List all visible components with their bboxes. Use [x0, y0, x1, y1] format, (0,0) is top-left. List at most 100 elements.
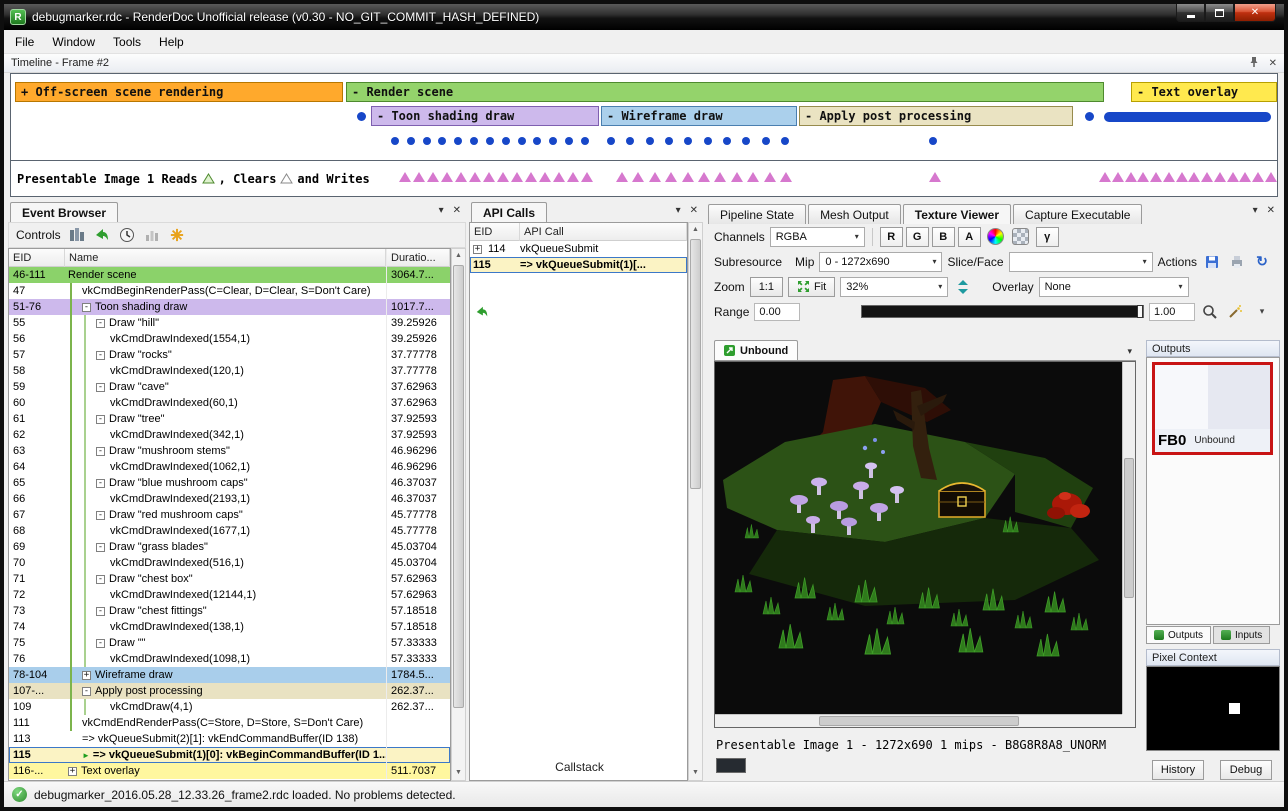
history-button[interactable]: History — [1152, 760, 1204, 780]
magnifier-icon[interactable] — [1200, 302, 1220, 322]
event-row[interactable]: 46-111Render scene3064.7... — [9, 267, 450, 283]
tree-expander-icon[interactable]: - — [96, 447, 105, 456]
scroll-down-icon[interactable]: ▼ — [689, 766, 702, 780]
tree-expander-icon[interactable]: - — [96, 543, 105, 552]
scrollbar-thumb[interactable] — [819, 716, 1019, 726]
column-eid[interactable]: EID — [470, 223, 520, 241]
timeline-block[interactable]: - Text overlay — [1131, 82, 1277, 102]
minimize-button[interactable] — [1176, 4, 1205, 22]
timeline-columns-icon[interactable] — [68, 226, 86, 244]
write-triangle-icon[interactable] — [1201, 172, 1213, 182]
write-triangle-icon[interactable] — [780, 172, 792, 182]
timeline-event-dot[interactable] — [762, 137, 770, 145]
write-triangle-icon[interactable] — [1265, 172, 1277, 182]
column-api-call[interactable]: API Call — [520, 223, 687, 241]
write-triangle-icon[interactable] — [698, 172, 710, 182]
pin-icon[interactable] — [1249, 56, 1259, 71]
write-triangle-icon[interactable] — [929, 172, 941, 182]
gamma-button[interactable]: γ — [1036, 227, 1059, 247]
timeline-canvas[interactable]: Presentable Image 1 Reads , Clears and W… — [10, 73, 1278, 197]
write-triangle-icon[interactable] — [1163, 172, 1175, 182]
timeline-event-dot[interactable] — [423, 137, 431, 145]
event-row[interactable]: 47vkCmdBeginRenderPass(C=Clear, D=Clear,… — [9, 283, 450, 299]
column-eid[interactable]: EID — [9, 249, 65, 267]
timeline-block[interactable]: + Off-screen scene rendering — [15, 82, 343, 102]
write-triangle-icon[interactable] — [455, 172, 467, 182]
event-row[interactable]: 57-Draw "rocks"37.77778 — [9, 347, 450, 363]
timeline-block[interactable]: - Apply post processing — [799, 106, 1073, 126]
timeline-event-dot[interactable] — [665, 137, 673, 145]
stats-icon[interactable] — [143, 226, 161, 244]
timeline-event-dot[interactable] — [486, 137, 494, 145]
timeline-event-dot[interactable] — [470, 137, 478, 145]
goto-current-event-icon[interactable] — [93, 226, 111, 244]
tree-expander-icon[interactable]: - — [96, 511, 105, 520]
column-duration[interactable]: Duratio... — [386, 249, 450, 267]
write-triangle-icon[interactable] — [525, 172, 537, 182]
write-triangle-icon[interactable] — [567, 172, 579, 182]
timeline-event-dot[interactable] — [391, 137, 399, 145]
timeline-header[interactable]: Timeline - Frame #2 ✕ — [4, 54, 1284, 73]
event-row[interactable]: 71-Draw "chest box"57.62963 — [9, 571, 450, 587]
write-triangle-icon[interactable] — [649, 172, 661, 182]
close-icon[interactable]: ✕ — [453, 205, 461, 216]
channel-a-button[interactable]: A — [958, 227, 981, 247]
range-slider[interactable] — [861, 305, 1144, 318]
chevron-down-icon[interactable]: ▾ — [439, 205, 444, 216]
timeline-block[interactable]: - Wireframe draw — [601, 106, 797, 126]
timeline-event-dot[interactable] — [929, 137, 937, 145]
event-row[interactable]: 63-Draw "mushroom stems"46.96296 — [9, 443, 450, 459]
zoom-combo[interactable]: 32% ▾ — [840, 277, 948, 297]
close-icon[interactable]: ✕ — [1269, 58, 1277, 69]
write-triangle-icon[interactable] — [469, 172, 481, 182]
overlay-combo[interactable]: None ▾ — [1039, 277, 1189, 297]
timeline-event-dot[interactable] — [723, 137, 731, 145]
event-row[interactable]: 107-...-Apply post processing262.37... — [9, 683, 450, 699]
tree-expander-icon[interactable]: - — [96, 639, 105, 648]
scrollbar-thumb[interactable] — [690, 239, 701, 489]
tree-expander-icon[interactable]: + — [473, 245, 482, 254]
column-name[interactable]: Name — [65, 249, 386, 267]
event-row[interactable]: 75-Draw ""57.33333 — [9, 635, 450, 651]
write-triangle-icon[interactable] — [714, 172, 726, 182]
chevron-down-icon[interactable]: ▾ — [1253, 205, 1258, 216]
event-row[interactable]: 78-104+Wireframe draw1784.5... — [9, 667, 450, 683]
write-triangle-icon[interactable] — [1239, 172, 1251, 182]
refresh-icon[interactable]: ↻ — [1252, 252, 1272, 272]
timeline-block[interactable]: - Render scene — [346, 82, 1104, 102]
api-calls-scrollbar[interactable]: ▲ ▼ — [688, 222, 703, 781]
event-row[interactable]: 55-Draw "hill"39.25926 — [9, 315, 450, 331]
zoom-1-1-button[interactable]: 1:1 — [750, 277, 783, 297]
write-triangle-icon[interactable] — [1188, 172, 1200, 182]
flip-y-icon[interactable] — [953, 277, 973, 297]
event-row[interactable]: 60vkCmdDrawIndexed(60,1)37.62963 — [9, 395, 450, 411]
timeline-event-dot[interactable] — [518, 137, 526, 145]
event-row[interactable]: 116-...+Text overlay511.7037 — [9, 763, 450, 779]
save-icon[interactable] — [1202, 252, 1222, 272]
tab-inputs[interactable]: Inputs — [1213, 626, 1270, 644]
event-row[interactable]: 74vkCmdDrawIndexed(138,1)57.18518 — [9, 619, 450, 635]
write-triangle-icon[interactable] — [1125, 172, 1137, 182]
viewport-horizontal-scrollbar[interactable] — [715, 714, 1122, 727]
event-row[interactable]: 67-Draw "red mushroom caps"45.77778 — [9, 507, 450, 523]
event-row[interactable]: 109vkCmdDraw(4,1)262.37... — [9, 699, 450, 715]
write-triangle-icon[interactable] — [1099, 172, 1111, 182]
write-triangle-icon[interactable] — [441, 172, 453, 182]
channel-g-button[interactable]: G — [906, 227, 929, 247]
tree-expander-icon[interactable]: - — [96, 415, 105, 424]
menu-window[interactable]: Window — [43, 31, 104, 53]
menu-file[interactable]: File — [6, 31, 43, 53]
tree-expander-icon[interactable]: - — [96, 351, 105, 360]
time-durations-icon[interactable] — [118, 226, 136, 244]
tree-expander-icon[interactable]: + — [68, 767, 77, 776]
tree-expander-icon[interactable]: - — [96, 319, 105, 328]
write-triangle-icon[interactable] — [682, 172, 694, 182]
wand-icon[interactable] — [1225, 302, 1245, 322]
write-triangle-icon[interactable] — [1252, 172, 1264, 182]
write-triangle-icon[interactable] — [1137, 172, 1149, 182]
write-triangle-icon[interactable] — [632, 172, 644, 182]
texture-viewport[interactable] — [714, 361, 1136, 728]
timeline-event-dot[interactable] — [549, 137, 557, 145]
chevron-down-icon[interactable]: ▾ — [676, 205, 681, 216]
event-row[interactable]: 56vkCmdDrawIndexed(1554,1)39.25926 — [9, 331, 450, 347]
